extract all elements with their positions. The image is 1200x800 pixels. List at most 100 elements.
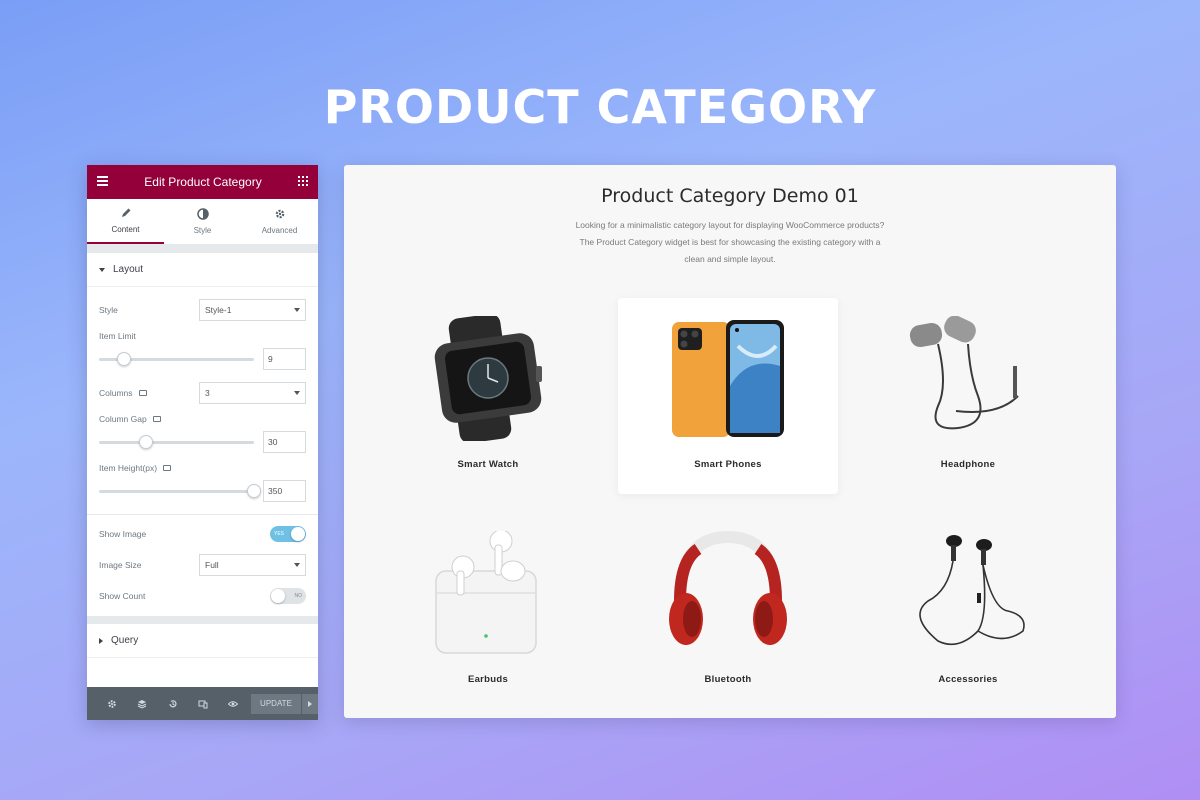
category-name: Accessories: [938, 674, 998, 685]
section-layout-toggle[interactable]: Layout: [87, 253, 318, 287]
tab-advanced-label: Advanced: [261, 226, 298, 235]
columns-label-text: Columns: [99, 388, 133, 398]
preview-canvas: Product Category Demo 01 Looking for a m…: [344, 165, 1116, 718]
item-height-input[interactable]: 350: [263, 480, 306, 502]
apps-grid-icon[interactable]: [298, 176, 308, 188]
control-item-height: Item Height(px) 350: [87, 463, 318, 502]
item-limit-slider-handle[interactable]: [116, 351, 131, 366]
show-count-toggle-text: NO: [294, 593, 303, 599]
column-gap-slider[interactable]: [99, 434, 254, 449]
show-count-toggle[interactable]: NO: [270, 588, 306, 604]
hamburger-menu-icon[interactable]: [97, 176, 108, 188]
category-name: Smart Watch: [457, 459, 519, 470]
editor-header: Edit Product Category: [87, 165, 318, 199]
tab-advanced[interactable]: Advanced: [241, 199, 318, 244]
editor-footer: UPDATE: [87, 687, 318, 720]
image-size-label: Image Size: [99, 560, 142, 570]
image-size-select[interactable]: Full: [199, 554, 306, 576]
tab-content-label: Content: [111, 225, 140, 234]
bluetooth-headphones-image: [669, 531, 787, 645]
description-line: clean and simple layout.: [684, 254, 776, 264]
tab-content[interactable]: Content: [87, 199, 164, 244]
style-select[interactable]: Style-1: [199, 299, 306, 321]
column-gap-label: Column Gap: [99, 414, 306, 424]
item-height-slider-handle[interactable]: [247, 483, 261, 498]
section-spacer: [87, 616, 318, 624]
category-card-bluetooth[interactable]: Bluetooth: [618, 513, 838, 709]
history-icon[interactable]: [158, 699, 188, 709]
item-height-slider[interactable]: [99, 483, 261, 498]
section-query-toggle[interactable]: Query: [87, 624, 318, 658]
accessories-earphones-image: [919, 535, 1025, 646]
editor-title: Edit Product Category: [144, 175, 262, 189]
responsive-icon[interactable]: [188, 699, 218, 709]
chevron-down-icon: [294, 563, 300, 567]
desktop-icon[interactable]: [163, 465, 172, 471]
desktop-icon[interactable]: [138, 390, 147, 396]
item-limit-slider[interactable]: [99, 351, 254, 366]
category-card-smart-watch[interactable]: Smart Watch: [378, 298, 598, 494]
category-name: Smart Phones: [694, 459, 762, 470]
tab-style[interactable]: Style: [164, 199, 241, 244]
control-item-limit: Item Limit 9: [87, 331, 318, 370]
tab-style-label: Style: [193, 226, 212, 235]
columns-select-value: 3: [205, 388, 210, 398]
settings-icon[interactable]: [97, 699, 127, 709]
toggle-knob: [271, 589, 285, 603]
category-card-earbuds[interactable]: Earbuds: [378, 513, 598, 709]
caret-down-icon: [99, 267, 105, 272]
item-height-label-text: Item Height(px): [99, 463, 158, 473]
caret-right-icon: [308, 700, 313, 707]
headphone-image: [909, 316, 1019, 430]
image-size-select-value: Full: [205, 560, 219, 570]
columns-select[interactable]: 3: [199, 382, 306, 404]
control-column-gap: Column Gap 30: [87, 414, 318, 453]
toggle-knob: [291, 527, 305, 541]
earbuds-image: [435, 531, 537, 654]
divider: [87, 514, 318, 515]
description-line: Looking for a minimalistic category layo…: [575, 220, 885, 230]
preview-description: Looking for a minimalistic category layo…: [540, 217, 920, 268]
show-image-toggle[interactable]: YES: [270, 526, 306, 542]
update-options-button[interactable]: [302, 693, 318, 714]
chevron-down-icon: [294, 308, 300, 312]
editor-tabs: Content Style Advanced: [87, 199, 318, 245]
chevron-down-icon: [294, 391, 300, 395]
smart-watch-image: [434, 316, 542, 441]
category-card-accessories[interactable]: Accessories: [858, 513, 1078, 709]
show-count-label: Show Count: [99, 591, 146, 601]
update-button[interactable]: UPDATE: [250, 693, 302, 714]
control-style: Style Style-1: [87, 299, 318, 321]
column-gap-slider-handle[interactable]: [138, 434, 153, 449]
section-spacer: [87, 245, 318, 253]
description-line: The Product Category widget is best for …: [579, 237, 881, 247]
item-height-label: Item Height(px): [99, 463, 306, 473]
section-query-title: Query: [111, 635, 139, 646]
item-limit-label: Item Limit: [99, 331, 136, 341]
category-card-headphone[interactable]: Headphone: [858, 298, 1078, 494]
gear-icon: [275, 209, 284, 219]
style-label: Style: [99, 305, 118, 315]
preview-title: Product Category Demo 01: [601, 185, 859, 207]
column-gap-input[interactable]: 30: [263, 431, 306, 453]
item-limit-input[interactable]: 9: [263, 348, 306, 370]
category-name: Earbuds: [467, 674, 509, 685]
columns-label: Columns: [99, 388, 147, 398]
layers-icon[interactable]: [127, 699, 157, 709]
control-image-size: Image Size Full: [87, 554, 318, 576]
category-name: Headphone: [940, 459, 996, 470]
hero-title: PRODUCT CATEGORY: [323, 80, 877, 134]
pencil-icon: [121, 208, 130, 217]
style-select-value: Style-1: [205, 305, 232, 315]
category-name: Bluetooth: [704, 674, 752, 685]
control-show-count: Show Count NO: [87, 588, 318, 604]
caret-right-icon: [99, 637, 103, 644]
show-image-toggle-text: YES: [274, 531, 285, 537]
control-columns: Columns 3: [87, 382, 318, 404]
desktop-icon[interactable]: [152, 416, 161, 422]
smart-phones-image: [672, 320, 784, 437]
show-image-label: Show Image: [99, 529, 147, 539]
section-layout-title: Layout: [113, 264, 144, 275]
category-card-smart-phones[interactable]: Smart Phones: [618, 298, 838, 494]
eye-icon[interactable]: [218, 699, 248, 709]
